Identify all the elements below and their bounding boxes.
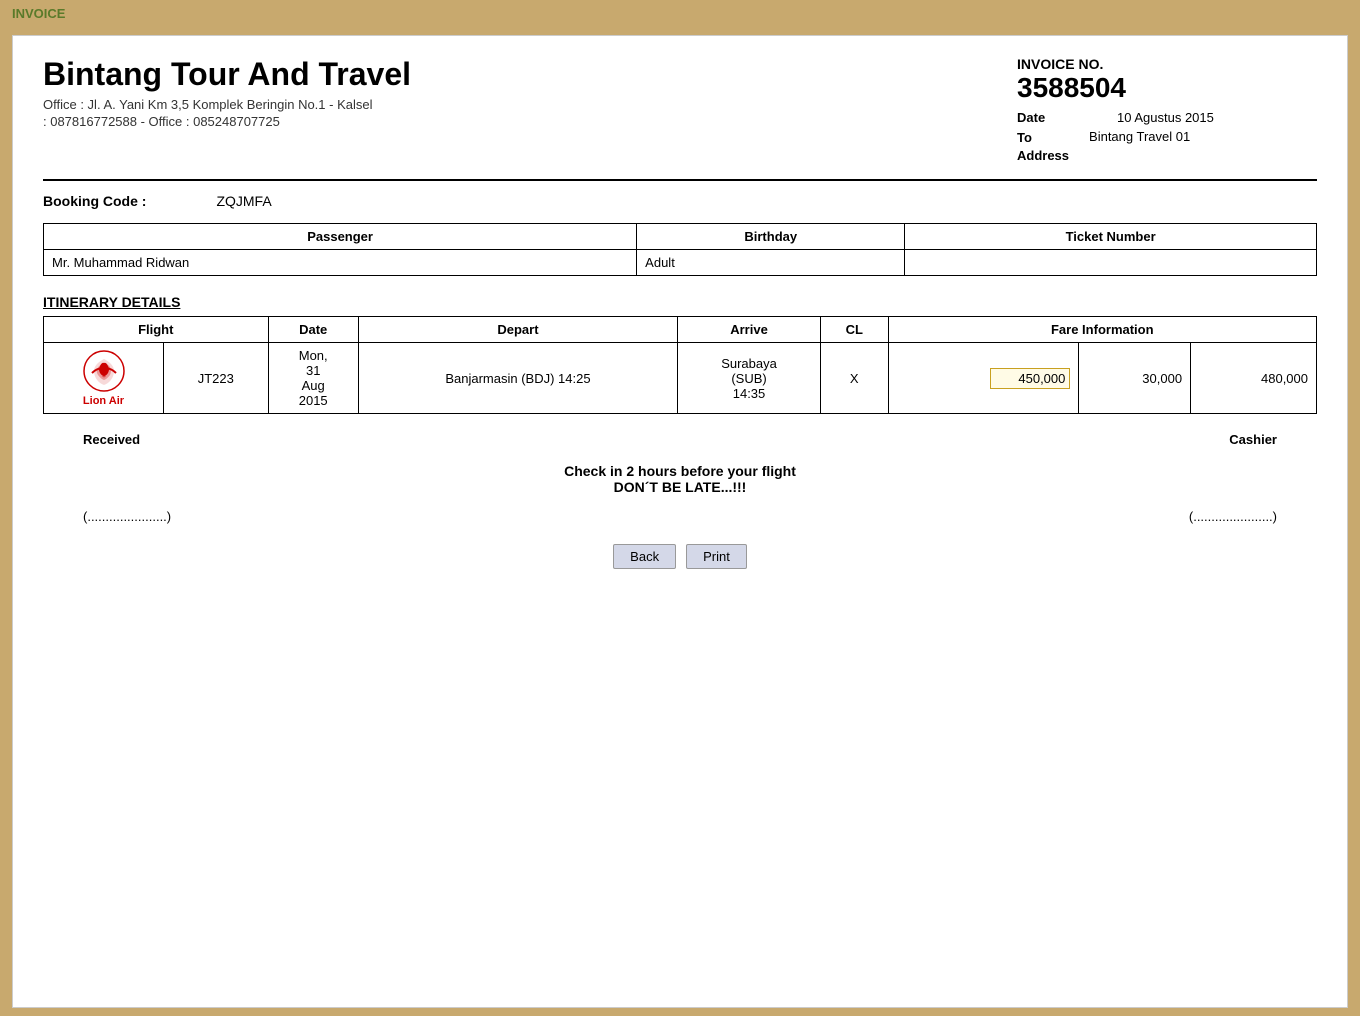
itinerary-title: ITINERARY DETAILS xyxy=(43,294,1317,310)
invoice-no-label: INVOICE NO. xyxy=(1017,56,1317,72)
header-divider xyxy=(43,179,1317,181)
table-row: Mr. Muhammad Ridwan Adult xyxy=(44,250,1317,276)
fare3-cell: 480,000 xyxy=(1191,343,1317,414)
passenger-name: Mr. Muhammad Ridwan xyxy=(44,250,637,276)
footer-section: Received Cashier xyxy=(43,432,1317,447)
signature-left: (......................) xyxy=(83,509,171,524)
cl-col-header: CL xyxy=(820,317,888,343)
signature-right: (......................) xyxy=(1189,509,1277,524)
lion-air-logo: Lion Air xyxy=(52,349,155,407)
to-address-row: ToAddress Bintang Travel 01 xyxy=(1017,129,1317,165)
to-address-label: ToAddress xyxy=(1017,129,1069,165)
invoice-meta: INVOICE NO. 3588504 Date 10 Agustus 2015… xyxy=(1017,56,1317,169)
notice-line1: Check in 2 hours before your flight xyxy=(43,463,1317,479)
invoice-no-value: 3588504 xyxy=(1017,72,1317,104)
lion-air-text: Lion Air xyxy=(83,395,124,407)
depart-cell: Banjarmasin (BDJ) 14:25 xyxy=(358,343,677,414)
booking-value: ZQJMFA xyxy=(216,193,271,209)
invoice-topbar: INVOICE xyxy=(0,0,1360,27)
date-value: 10 Agustus 2015 xyxy=(1117,110,1214,125)
birthday-col-header: Birthday xyxy=(637,224,905,250)
passenger-birthday: Adult xyxy=(637,250,905,276)
itinerary-row: Lion Air JT223 Mon,31Aug2015 Banjarmasin… xyxy=(44,343,1317,414)
flight-date-cell: Mon,31Aug2015 xyxy=(268,343,358,414)
company-address: Office : Jl. A. Yani Km 3,5 Komplek Beri… xyxy=(43,97,411,112)
print-button[interactable]: Print xyxy=(686,544,747,569)
center-notice: Check in 2 hours before your flight DON´… xyxy=(43,463,1317,495)
ticket-col-header: Ticket Number xyxy=(905,224,1317,250)
depart-col-header: Depart xyxy=(358,317,677,343)
booking-label: Booking Code : xyxy=(43,193,146,209)
back-button[interactable]: Back xyxy=(613,544,676,569)
fare2-cell: 30,000 xyxy=(1079,343,1191,414)
arrive-info: Surabaya(SUB)14:35 xyxy=(721,356,777,401)
flight-date: Mon,31Aug2015 xyxy=(299,348,328,408)
fare1-input[interactable] xyxy=(990,368,1070,389)
cashier-label: Cashier xyxy=(1229,432,1277,447)
flight-no-cell: JT223 xyxy=(164,343,269,414)
invoice-date-row: Date 10 Agustus 2015 xyxy=(1017,110,1317,125)
passenger-table: Passenger Birthday Ticket Number Mr. Muh… xyxy=(43,223,1317,276)
arrive-col-header: Arrive xyxy=(678,317,821,343)
passenger-ticket xyxy=(905,250,1317,276)
depart-info: Banjarmasin (BDJ) 14:25 xyxy=(445,371,590,386)
cl-cell: X xyxy=(820,343,888,414)
signature-section: (......................) (..............… xyxy=(43,509,1317,524)
company-name: Bintang Tour And Travel xyxy=(43,56,411,93)
date-label: Date xyxy=(1017,110,1097,125)
fare1-cell xyxy=(888,343,1079,414)
lion-air-icon xyxy=(82,349,126,393)
passenger-table-header-row: Passenger Birthday Ticket Number xyxy=(44,224,1317,250)
received-label: Received xyxy=(83,432,140,447)
itinerary-table: Flight Date Depart Arrive CL Fare Inform… xyxy=(43,316,1317,414)
flight-col-header: Flight xyxy=(44,317,269,343)
company-phone: : 087816772588 - Office : 085248707725 xyxy=(43,114,411,129)
button-section: Back Print xyxy=(43,544,1317,569)
invoice-header: Bintang Tour And Travel Office : Jl. A. … xyxy=(43,56,1317,169)
passenger-col-header: Passenger xyxy=(44,224,637,250)
flight-logo-cell: Lion Air xyxy=(44,343,164,414)
fare-col-header: Fare Information xyxy=(888,317,1316,343)
to-address-value: Bintang Travel 01 xyxy=(1089,129,1190,144)
notice-line2: DON´T BE LATE...!!! xyxy=(43,479,1317,495)
arrive-cell: Surabaya(SUB)14:35 xyxy=(678,343,821,414)
itinerary-header-row: Flight Date Depart Arrive CL Fare Inform… xyxy=(44,317,1317,343)
company-info: Bintang Tour And Travel Office : Jl. A. … xyxy=(43,56,411,131)
date-col-header: Date xyxy=(268,317,358,343)
booking-section: Booking Code : ZQJMFA xyxy=(43,193,1317,209)
invoice-topbar-label: INVOICE xyxy=(12,6,65,21)
